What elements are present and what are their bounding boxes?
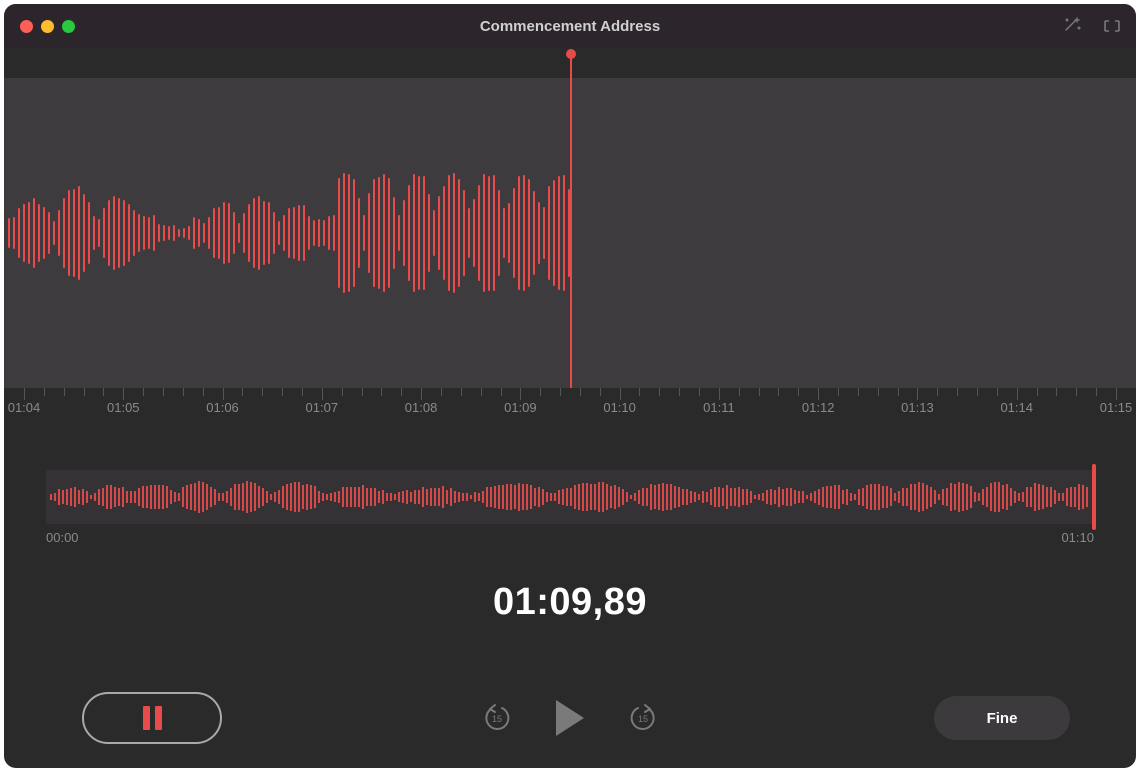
ruler-tick-label: 01:06 <box>206 400 239 415</box>
skip-forward-seconds: 15 <box>638 714 648 724</box>
window-title: Commencement Address <box>4 18 1136 35</box>
ruler-tick-label: 01:07 <box>306 400 339 415</box>
waveform-overview[interactable] <box>46 470 1094 524</box>
time-ruler[interactable]: 01:04 01:05 01:06 01:07 01:08 01:09 01:10 01:11… <box>4 388 1136 424</box>
enhance-icon[interactable] <box>1062 16 1082 36</box>
done-button[interactable]: Fine <box>934 696 1070 740</box>
ruler-tick-label: 01:10 <box>603 400 636 415</box>
voice-memos-window: Commencement Address <box>4 4 1136 768</box>
ruler-tick-label: 01:11 <box>703 400 735 415</box>
close-window-button[interactable] <box>20 20 33 33</box>
trim-icon[interactable] <box>1102 16 1122 36</box>
ruler-tick-label: 01:08 <box>405 400 438 415</box>
pause-recording-button[interactable] <box>82 692 222 744</box>
play-button[interactable] <box>556 700 584 736</box>
ruler-tick-label: 01:13 <box>901 400 934 415</box>
overview-end-label: 01:10 <box>1061 530 1094 545</box>
playhead[interactable] <box>570 54 572 400</box>
overview-playhead[interactable] <box>1092 464 1096 530</box>
ruler-tick-label: 01:09 <box>504 400 537 415</box>
skip-back-button[interactable]: 15 <box>482 703 512 733</box>
ruler-tick-label: 01:12 <box>802 400 835 415</box>
ruler-tick-label: 01:14 <box>1000 400 1033 415</box>
transport-controls: 15 15 Fine <box>4 690 1136 746</box>
pause-icon <box>143 706 162 730</box>
maximize-window-button[interactable] <box>62 20 75 33</box>
waveform-main-area[interactable] <box>4 78 1136 388</box>
overview-start-label: 00:00 <box>46 530 79 545</box>
skip-back-seconds: 15 <box>492 714 502 724</box>
done-button-label: Fine <box>987 710 1018 727</box>
window-traffic-lights <box>20 20 75 33</box>
minimize-window-button[interactable] <box>41 20 54 33</box>
ruler-tick-label: 01:05 <box>107 400 140 415</box>
skip-forward-button[interactable]: 15 <box>628 703 658 733</box>
titlebar: Commencement Address <box>4 4 1136 48</box>
ruler-tick-label: 01:15 <box>1100 400 1133 415</box>
ruler-tick-label: 01:04 <box>8 400 41 415</box>
current-time: 01:09,89 <box>4 581 1136 624</box>
